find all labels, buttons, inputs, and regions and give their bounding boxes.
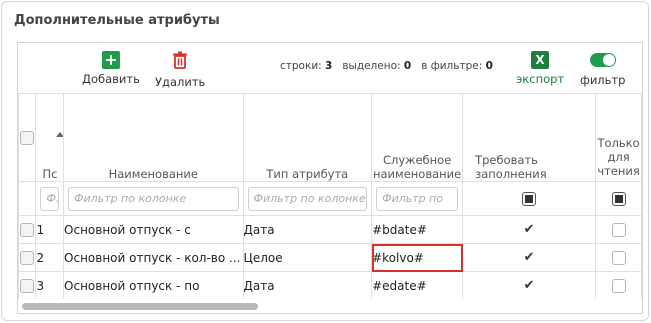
filter-cell-required: [462, 181, 597, 216]
attributes-panel: Дополнительные атрибуты + Добавить Удали…: [1, 1, 649, 321]
toggle-switch-icon[interactable]: [589, 53, 616, 67]
row-name[interactable]: Основной отпуск - по: [63, 271, 244, 300]
delete-button-label: Удалить: [155, 75, 206, 89]
row-num: 3: [35, 271, 65, 300]
row-select-cell: [18, 215, 37, 244]
select-all-checkbox[interactable]: [20, 130, 35, 145]
plus-icon: +: [101, 51, 120, 69]
filter-required-checkbox[interactable]: [522, 191, 537, 206]
filtered-value: 0: [485, 60, 493, 72]
row-type[interactable]: Целое: [242, 243, 373, 272]
row-checkbox[interactable]: [20, 222, 35, 237]
column-header-num[interactable]: Пс: [35, 93, 65, 182]
row-select-cell: [18, 243, 37, 272]
excel-icon: X: [531, 51, 550, 69]
grid-toolbar: + Добавить Удалить строки: 3 выделено: 0…: [18, 43, 642, 93]
add-button-label: Добавить: [82, 72, 140, 86]
export-button-label: экспорт: [516, 72, 565, 86]
row-checkbox[interactable]: [20, 278, 35, 293]
row-readonly-cell[interactable]: [595, 215, 642, 244]
rows-value: 3: [325, 60, 333, 72]
row-name[interactable]: Основной отпуск - с: [63, 215, 244, 244]
table-row[interactable]: 2 Основной отпуск - кол-во ... Целое #ko…: [18, 243, 642, 272]
row-type[interactable]: Дата: [242, 271, 373, 300]
header-row: Пс Наименование Тип атрибута Служебное н…: [18, 93, 642, 182]
add-button[interactable]: + Добавить: [82, 51, 140, 86]
column-header-service-name[interactable]: Служебное наименование: [371, 93, 464, 182]
table-row[interactable]: 1 Основной отпуск - с Дата #bdate# ✔: [18, 215, 642, 244]
column-header-type[interactable]: Тип атрибута: [242, 93, 373, 182]
column-header-name[interactable]: Наименование: [63, 93, 244, 182]
filter-input-service[interactable]: Фильтр по: [376, 186, 459, 211]
row-readonly-checkbox[interactable]: [611, 278, 626, 293]
filter-readonly-checkbox[interactable]: [611, 191, 626, 206]
row-readonly-checkbox[interactable]: [611, 222, 626, 237]
row-service-name[interactable]: #bdate#: [371, 215, 464, 244]
column-header-required[interactable]: Требовать заполнения: [462, 93, 597, 182]
sort-asc-icon: [56, 132, 63, 137]
scrollbar-thumb[interactable]: [22, 303, 258, 310]
row-num: 1: [35, 215, 65, 244]
column-num-label: Пс: [42, 167, 58, 181]
selected-label: выделено:: [342, 60, 401, 72]
row-readonly-cell[interactable]: [595, 243, 642, 272]
column-type-label: Тип атрибута: [266, 167, 349, 181]
row-num: 2: [35, 243, 65, 272]
filter-cell-readonly: [595, 181, 642, 216]
attributes-grid: + Добавить Удалить строки: 3 выделено: 0…: [17, 42, 643, 314]
row-select-cell: [18, 271, 37, 300]
rows-label: строки:: [280, 60, 322, 72]
selected-value: 0: [403, 60, 412, 72]
horizontal-scrollbar[interactable]: [18, 299, 642, 313]
delete-button[interactable]: Удалить: [155, 51, 205, 89]
table-row[interactable]: 3 Основной отпуск - по Дата #edate# ✔: [18, 271, 642, 300]
row-readonly-cell[interactable]: [595, 271, 642, 300]
select-all-cell: [18, 93, 37, 182]
row-readonly-checkbox[interactable]: [611, 250, 626, 265]
filter-input-num[interactable]: Ф.: [40, 186, 59, 211]
row-type[interactable]: Дата: [242, 215, 373, 244]
filter-toggle-label: фильтр: [580, 73, 626, 87]
column-readonly-label: Только для чтения: [597, 136, 640, 178]
row-service-name-selected[interactable]: #kolvo#: [371, 243, 464, 272]
grid-table: Пс Наименование Тип атрибута Служебное н…: [18, 93, 642, 300]
trash-icon: [171, 51, 189, 69]
panel-title: Дополнительные атрибуты: [14, 13, 220, 28]
filter-toggle[interactable]: фильтр: [580, 51, 625, 87]
filter-cell-num: Ф.: [35, 181, 65, 216]
column-header-readonly[interactable]: Только для чтения: [595, 93, 642, 182]
column-service-name-label: Служебное наименование: [372, 153, 462, 181]
row-name[interactable]: Основной отпуск - кол-во ...: [63, 243, 244, 272]
filter-cell-name: Фильтр по колонке: [63, 181, 244, 216]
checkmark-icon: ✔: [523, 250, 535, 265]
row-required-cell[interactable]: ✔: [462, 243, 597, 272]
column-name-label: Наименование: [108, 167, 198, 181]
row-required-cell[interactable]: ✔: [462, 271, 597, 300]
filter-input-type[interactable]: Фильтр по колонке: [247, 186, 368, 211]
column-required-label: Требовать заполнения: [475, 153, 547, 181]
filter-row: Ф. Фильтр по колонке Фильтр по колонке Ф…: [18, 181, 642, 216]
row-required-cell[interactable]: ✔: [462, 215, 597, 244]
checkmark-icon: ✔: [523, 222, 535, 237]
row-counters: строки: 3 выделено: 0 в фильтре: 0: [280, 60, 493, 72]
filter-cell-type: Фильтр по колонке: [242, 181, 373, 216]
row-service-name[interactable]: #edate#: [371, 271, 464, 300]
filter-cell-empty: [18, 181, 37, 216]
checkmark-icon: ✔: [523, 278, 535, 293]
export-button[interactable]: X экспорт: [516, 51, 564, 86]
filtered-label: в фильтре:: [421, 60, 483, 72]
filter-cell-service: Фильтр по: [371, 181, 464, 216]
filter-input-name[interactable]: Фильтр по колонке: [68, 186, 239, 211]
row-checkbox[interactable]: [20, 250, 35, 265]
